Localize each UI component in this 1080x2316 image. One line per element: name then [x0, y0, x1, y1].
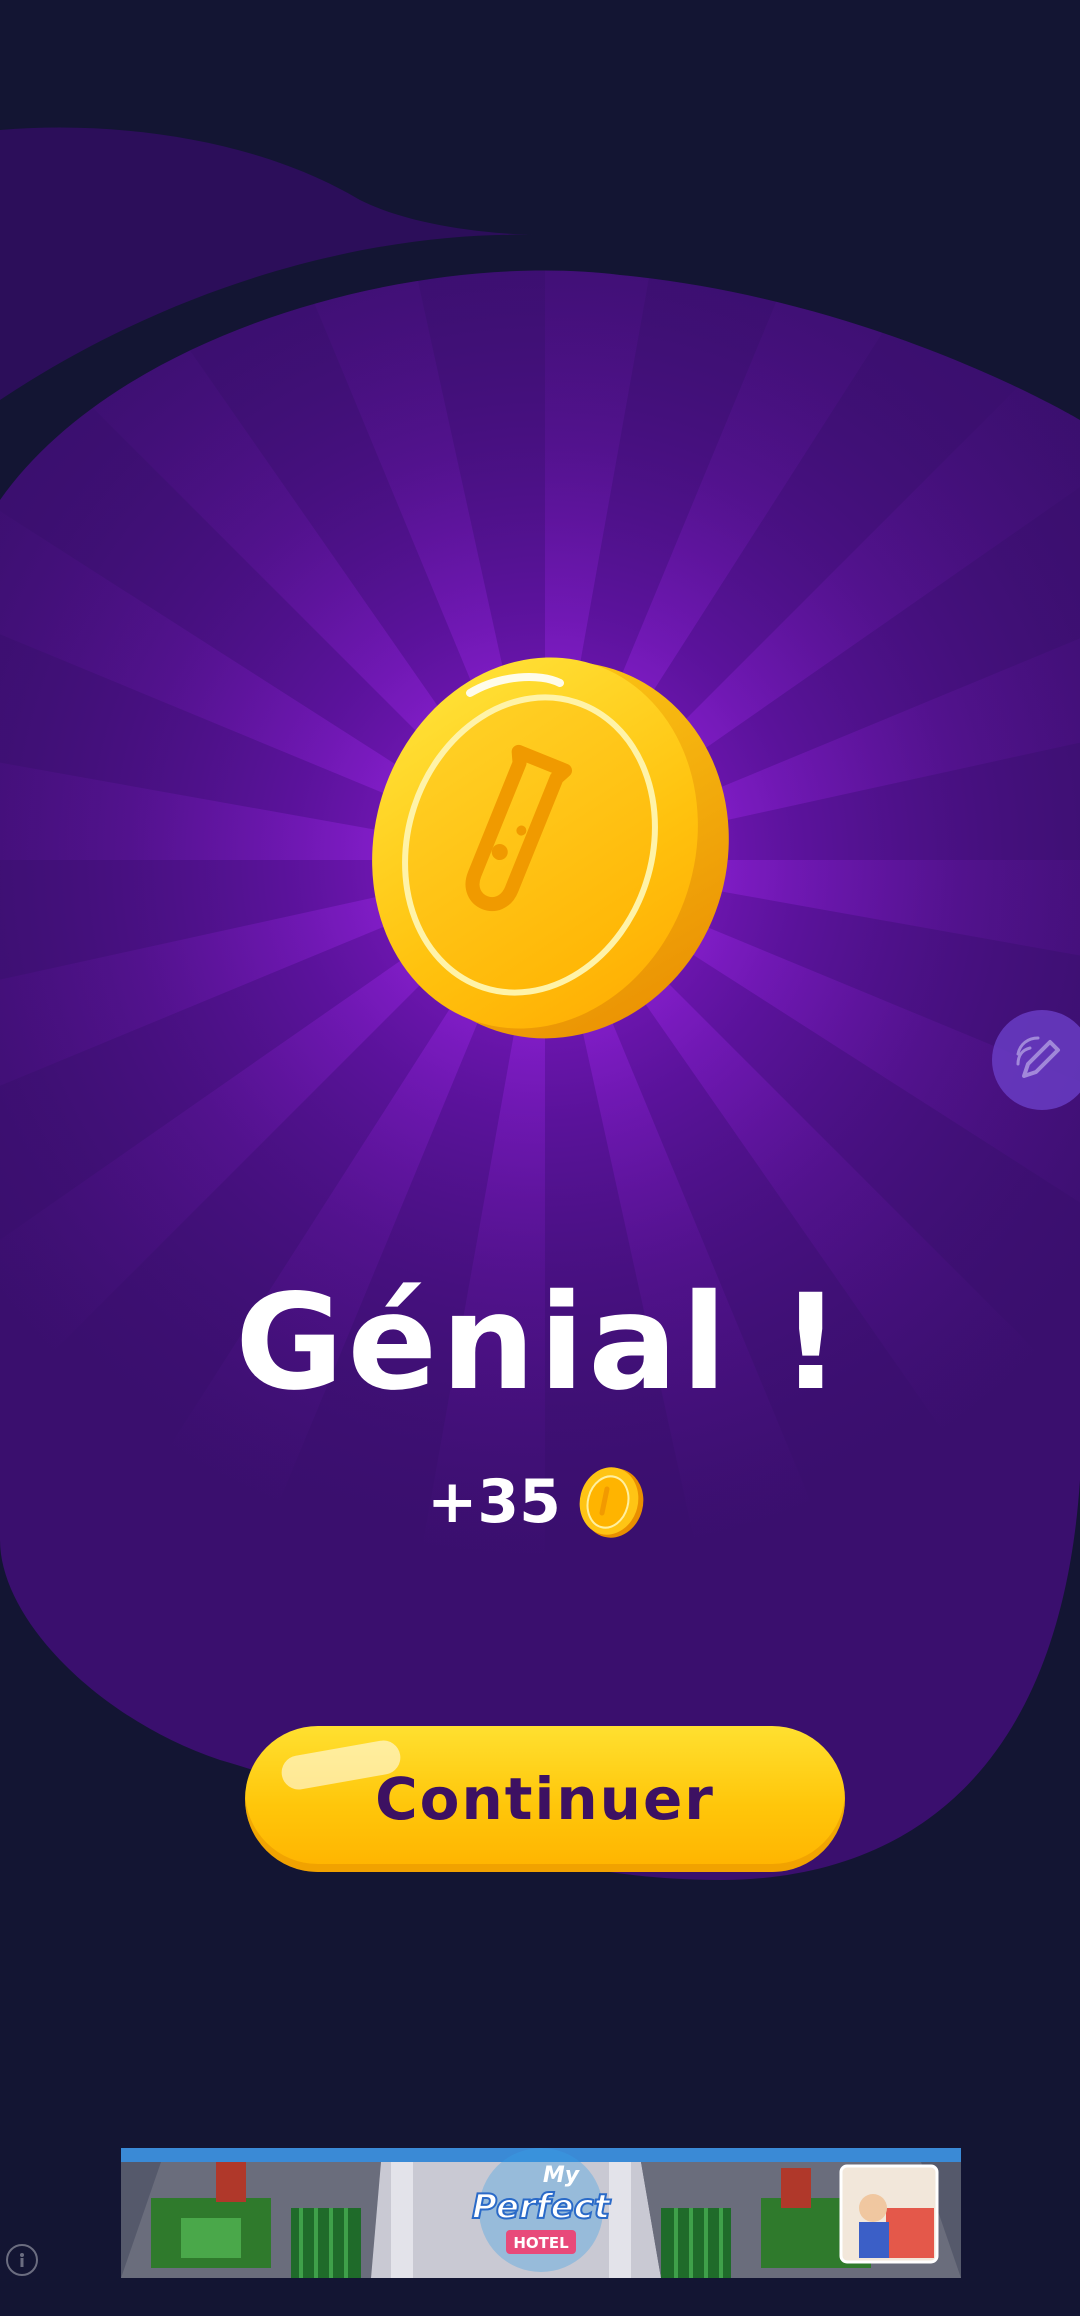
ad-banner-artwork: My Perfect HOTEL	[121, 2148, 961, 2278]
svg-text:HOTEL: HOTEL	[513, 2234, 569, 2252]
ad-banner[interactable]: My Perfect HOTEL	[121, 2148, 961, 2278]
svg-text:My: My	[543, 2163, 581, 2188]
continue-button[interactable]: Continuer	[245, 1726, 845, 1872]
svg-text:Perfect: Perfect	[472, 2187, 612, 2227]
reward-screen: Génial ! +35 Continuer My Perfect HOTEL	[0, 0, 1080, 2316]
background-decoration	[0, 127, 1080, 1880]
info-glyph	[20, 2253, 24, 2267]
reward-summary: +35	[0, 1462, 1080, 1542]
coin-flask-icon	[372, 657, 729, 1039]
info-icon[interactable]	[6, 2244, 38, 2276]
coin-icon	[579, 1467, 644, 1538]
continue-button-label: Continuer	[375, 1765, 715, 1833]
page-title: Génial !	[235, 1266, 845, 1420]
pencil-icon	[1016, 1036, 1060, 1078]
reward-amount: +35	[427, 1467, 561, 1537]
